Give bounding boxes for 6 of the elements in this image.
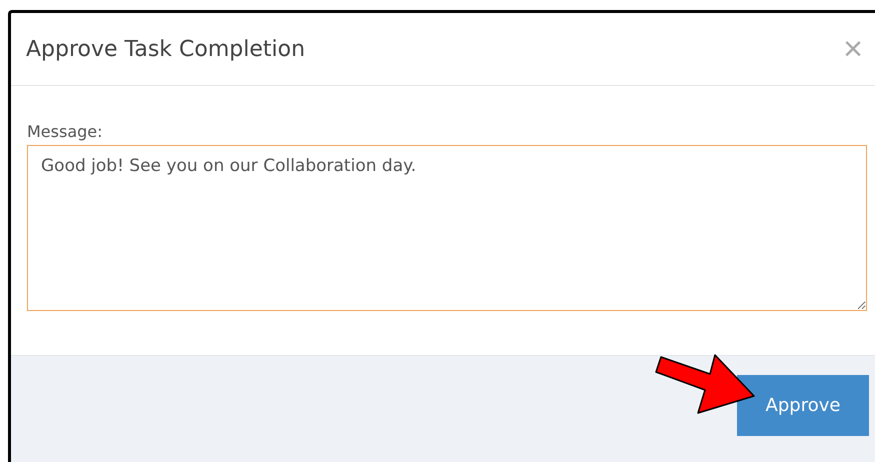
- close-button[interactable]: ×: [839, 32, 867, 66]
- message-field[interactable]: Good job! See you on our Collaboration day.: [27, 145, 867, 311]
- message-label: Message:: [27, 122, 104, 141]
- dialog-title: Approve Task Completion: [26, 36, 306, 62]
- arrow-icon: [655, 354, 755, 414]
- approve-button[interactable]: Approve: [737, 375, 869, 436]
